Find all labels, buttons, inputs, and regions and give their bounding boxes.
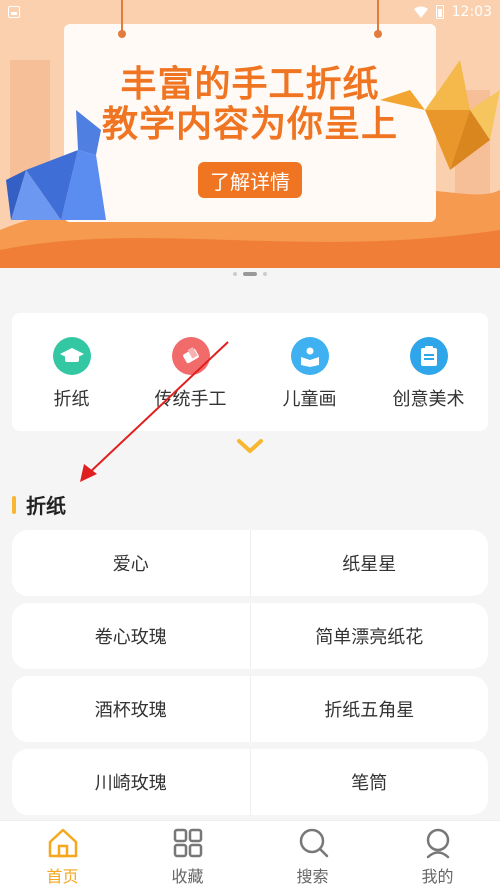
profile-icon	[426, 828, 449, 859]
nav-label: 搜索	[296, 867, 329, 886]
nav-profile[interactable]: 我的	[375, 821, 500, 892]
category-traditional-craft[interactable]: 传统手工	[131, 313, 250, 431]
reading-icon	[290, 337, 329, 375]
graduation-cap-icon	[52, 337, 91, 375]
bottom-navigation: 首页 收藏 搜索 我的	[0, 820, 500, 892]
page-dot-active	[243, 272, 257, 276]
category-label: 传统手工	[154, 389, 227, 410]
banner-pagination	[0, 272, 500, 276]
clipboard-icon	[409, 337, 448, 375]
list-item[interactable]: 纸星星	[249, 530, 489, 596]
section-title: 折纸	[26, 494, 66, 518]
nav-label: 我的	[421, 867, 454, 886]
page-dot	[233, 272, 237, 276]
search-icon	[299, 828, 328, 858]
list-item[interactable]: 简单漂亮纸花	[249, 603, 489, 669]
category-label: 创意美术	[392, 389, 465, 410]
banner-pin-right	[374, 30, 382, 38]
nav-home[interactable]: 首页	[0, 821, 125, 892]
home-icon	[48, 828, 77, 858]
grid-icon	[173, 828, 202, 858]
image-notification-icon	[8, 6, 20, 18]
learn-more-button[interactable]: 了解详情	[198, 162, 302, 198]
promo-banner[interactable]: 丰富的手工折纸 教学内容为你呈上 了解详情	[0, 0, 500, 268]
chevron-down-icon[interactable]	[236, 436, 264, 456]
section-accent-bar	[12, 495, 16, 514]
section-header: 折纸	[12, 490, 66, 519]
nav-label: 首页	[46, 867, 79, 886]
nav-label: 收藏	[171, 867, 204, 886]
clock: 12:03	[451, 4, 492, 20]
banner-pin-left	[118, 30, 126, 38]
list-item[interactable]: 酒杯玫瑰	[12, 676, 250, 742]
list-item[interactable]: 爱心	[12, 530, 250, 596]
list-item[interactable]: 笔筒	[249, 749, 489, 815]
category-label: 折纸	[53, 389, 90, 410]
nav-search[interactable]: 搜索	[250, 821, 375, 892]
page-dot	[263, 272, 267, 276]
category-kids-drawing[interactable]: 儿童画	[250, 313, 369, 431]
grid-row: 卷心玫瑰 简单漂亮纸花	[12, 603, 488, 669]
status-bar: 12:03	[0, 0, 500, 24]
tutorial-grid: 爱心 纸星星 卷心玫瑰 简单漂亮纸花 酒杯玫瑰 折纸五角星 川崎玫瑰 笔筒	[12, 530, 488, 822]
category-label: 儿童画	[282, 389, 337, 410]
wifi-icon	[413, 6, 428, 18]
list-item[interactable]: 川崎玫瑰	[12, 749, 250, 815]
grid-row: 川崎玫瑰 笔筒	[12, 749, 488, 815]
category-card: 折纸 传统手工 儿童画 创意美术	[12, 313, 488, 431]
banner-title-line1: 丰富的手工折纸	[120, 64, 380, 105]
eraser-icon	[171, 337, 210, 375]
nav-favorites[interactable]: 收藏	[125, 821, 250, 892]
grid-row: 爱心 纸星星	[12, 530, 488, 596]
category-creative-art[interactable]: 创意美术	[369, 313, 488, 431]
category-origami[interactable]: 折纸	[12, 313, 131, 431]
grid-row: 酒杯玫瑰 折纸五角星	[12, 676, 488, 742]
battery-icon	[435, 5, 444, 19]
banner-title-line2: 教学内容为你呈上	[101, 104, 398, 145]
list-item[interactable]: 卷心玫瑰	[12, 603, 250, 669]
list-item[interactable]: 折纸五角星	[249, 676, 489, 742]
